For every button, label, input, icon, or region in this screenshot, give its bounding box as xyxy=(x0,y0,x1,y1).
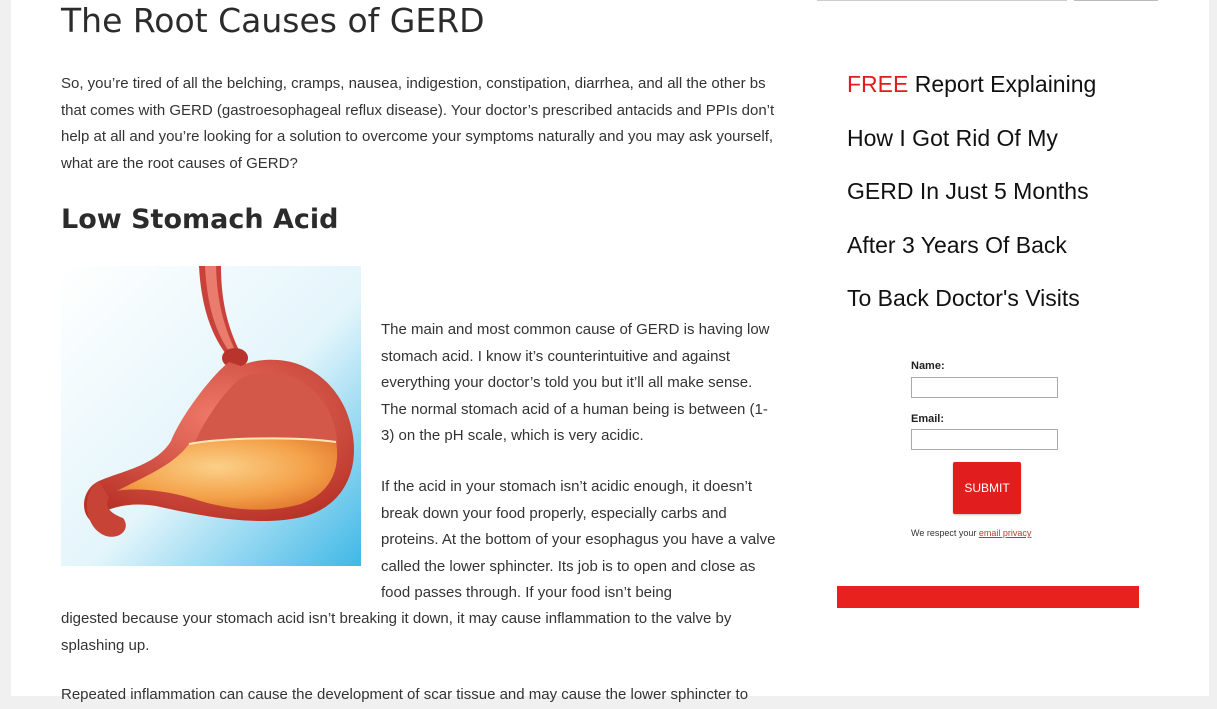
intro-paragraph: So, you’re tired of all the belching, cr… xyxy=(61,75,775,172)
stomach-illustration xyxy=(61,266,361,566)
body-paragraph-3-top: If the acid in your stomach isn’t acidic… xyxy=(381,478,776,601)
sidebar: FREE Report Explaining How I Got Rid Of … xyxy=(817,0,1167,696)
promo-line-5: To Back Doctor's Visits xyxy=(847,285,1080,311)
email-label: Email: xyxy=(911,413,945,425)
body-paragraph-3-bottom: digested because your stomach acid isn’t… xyxy=(61,610,732,654)
section-heading: Low Stomach Acid xyxy=(61,204,339,235)
promo-headline: FREE Report Explaining How I Got Rid Of … xyxy=(847,58,1147,326)
promo-line-2: How I Got Rid Of My xyxy=(847,124,1058,151)
promo-line-3: GERD In Just 5 Months xyxy=(847,178,1089,204)
name-label: Name: xyxy=(911,360,945,372)
red-banner-bar xyxy=(837,586,1139,608)
privacy-text: We respect your xyxy=(911,528,979,538)
privacy-note: We respect your email privacy xyxy=(911,528,1071,538)
promo-line-1-rest: Report Explaining xyxy=(908,71,1097,97)
body-paragraph-2: The main and most common cause of GERD i… xyxy=(381,321,770,444)
submit-button[interactable]: SUBMIT xyxy=(953,462,1021,514)
email-field[interactable] xyxy=(911,429,1058,450)
name-field[interactable] xyxy=(911,377,1058,398)
promo-line-4: After 3 Years Of Back xyxy=(847,231,1067,258)
privacy-link[interactable]: email privacy xyxy=(979,528,1032,538)
promo-free: FREE xyxy=(847,71,909,97)
post-title: The Root Causes of GERD xyxy=(61,1,485,40)
body-paragraph-4: Repeated inflammation can cause the deve… xyxy=(61,686,749,703)
search-button[interactable] xyxy=(1074,0,1158,1)
promo-line-1: FREE Report Explaining xyxy=(847,58,1147,112)
page: The Root Causes of GERD So, you’re tired… xyxy=(11,0,1209,703)
search-field[interactable] xyxy=(817,0,1067,1)
